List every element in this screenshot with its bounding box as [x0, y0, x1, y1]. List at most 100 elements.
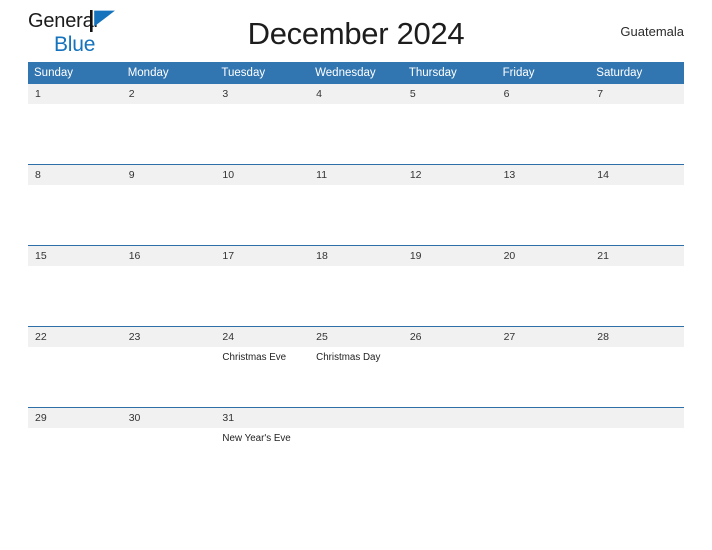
day-cell[interactable]	[403, 428, 497, 488]
day-number[interactable]: 22	[28, 327, 122, 347]
day-number[interactable]	[590, 408, 684, 428]
day-number[interactable]: 13	[497, 165, 591, 185]
day-number[interactable]: 21	[590, 246, 684, 266]
day-cell[interactable]	[497, 185, 591, 245]
day-number[interactable]: 7	[590, 84, 684, 104]
weekday-header-tuesday: Tuesday	[221, 67, 266, 79]
day-cell[interactable]	[122, 428, 216, 488]
brand-name-line2: Blue	[54, 33, 96, 56]
country-label: Guatemala	[620, 23, 684, 39]
day-number[interactable]: 1	[28, 84, 122, 104]
day-number[interactable]: 3	[215, 84, 309, 104]
day-cell[interactable]	[215, 185, 309, 245]
day-cell[interactable]	[28, 185, 122, 245]
calendar-week-row: 29 30 31 New Year's Eve	[28, 407, 684, 488]
day-number[interactable]: 17	[215, 246, 309, 266]
weekday-header-thursday: Thursday	[408, 67, 457, 79]
weekday-header-saturday: Saturday	[596, 67, 643, 79]
day-number[interactable]: 26	[403, 327, 497, 347]
day-number[interactable]: 6	[497, 84, 591, 104]
day-cell[interactable]	[590, 185, 684, 245]
day-cell[interactable]	[497, 428, 591, 488]
day-cell[interactable]	[497, 266, 591, 326]
day-number[interactable]: 9	[122, 165, 216, 185]
day-cell[interactable]: Christmas Day	[309, 347, 403, 407]
day-events-band	[28, 185, 684, 245]
day-number[interactable]: 25	[309, 327, 403, 347]
day-number[interactable]: 2	[122, 84, 216, 104]
day-number[interactable]	[403, 408, 497, 428]
day-cell[interactable]	[309, 266, 403, 326]
day-number[interactable]: 28	[590, 327, 684, 347]
day-events-band: New Year's Eve	[28, 428, 684, 488]
day-number[interactable]: 18	[309, 246, 403, 266]
brand-name-line1: General	[28, 10, 124, 33]
day-cell[interactable]	[122, 266, 216, 326]
weekday-header-row: Sunday Monday Tuesday Wednesday Thursday Frid…	[28, 62, 684, 84]
day-cell[interactable]	[590, 347, 684, 407]
weekday-header-wednesday: Wednesday	[315, 67, 376, 79]
day-cell[interactable]	[590, 266, 684, 326]
page-header: General Blue December 2024 Guatemala	[0, 0, 712, 62]
day-cell[interactable]	[309, 428, 403, 488]
day-number[interactable]: 12	[403, 165, 497, 185]
day-events-band	[28, 104, 684, 164]
day-number[interactable]: 14	[590, 165, 684, 185]
day-number[interactable]: 27	[497, 327, 591, 347]
day-number[interactable]: 4	[309, 84, 403, 104]
day-cell[interactable]	[122, 185, 216, 245]
day-cell[interactable]	[497, 104, 591, 164]
day-number[interactable]: 8	[28, 165, 122, 185]
weekday-header-monday: Monday	[127, 67, 169, 79]
day-number[interactable]	[497, 408, 591, 428]
brand-word-general: General	[28, 10, 98, 32]
day-number[interactable]: 11	[309, 165, 403, 185]
day-cell[interactable]	[403, 104, 497, 164]
day-cell[interactable]	[403, 266, 497, 326]
brand-logo[interactable]: General Blue	[28, 7, 124, 55]
day-number-band: 1234567	[28, 84, 684, 104]
day-number[interactable]: 19	[403, 246, 497, 266]
calendar-weeks: 1 2 3 4 5 6 7 8 9 10 11 12 13 14 15 16 17 18 19 20 21 22 23 24 2…	[28, 84, 684, 488]
day-number-band: 15 16 17 18 19 20 21	[28, 246, 684, 266]
day-number[interactable]: 24	[215, 327, 309, 347]
weekday-header-sunday: Sunday	[34, 67, 74, 79]
day-cell[interactable]	[122, 347, 216, 407]
day-cell[interactable]	[403, 185, 497, 245]
day-cell[interactable]	[309, 185, 403, 245]
calendar-week-row: 8 9 10 11 12 13 14	[28, 164, 684, 245]
day-number[interactable]: 16	[122, 246, 216, 266]
holiday-event-label: Christmas Eve	[222, 352, 287, 363]
day-cell[interactable]	[122, 104, 216, 164]
day-events-band	[28, 266, 684, 326]
day-cell[interactable]	[215, 266, 309, 326]
day-number[interactable]: 29	[28, 408, 122, 428]
day-cell[interactable]	[309, 104, 403, 164]
day-cell[interactable]	[403, 347, 497, 407]
calendar-grid: Sunday Monday Tuesday Wednesday Thursday Frid…	[28, 62, 684, 488]
calendar-week-row: 15 16 17 18 19 20 21	[28, 245, 684, 326]
day-cell[interactable]	[590, 104, 684, 164]
day-cell[interactable]	[28, 266, 122, 326]
day-number[interactable]	[309, 408, 403, 428]
day-number[interactable]: 5	[403, 84, 497, 104]
day-cell[interactable]	[28, 428, 122, 488]
day-cell[interactable]	[215, 104, 309, 164]
flag-icon	[90, 10, 116, 32]
day-cell[interactable]	[28, 104, 122, 164]
day-number-band: 29 30 31	[28, 408, 684, 428]
day-number[interactable]: 10	[215, 165, 309, 185]
day-number[interactable]: 23	[122, 327, 216, 347]
day-cell[interactable]	[28, 347, 122, 407]
day-cell[interactable]: Christmas Eve	[215, 347, 309, 407]
day-number[interactable]: 20	[497, 246, 591, 266]
day-number-band: 22 23 24 25 26 27 28	[28, 327, 684, 347]
day-number[interactable]: 31	[215, 408, 309, 428]
weekday-header-friday: Friday	[502, 67, 535, 79]
day-number[interactable]: 15	[28, 246, 122, 266]
day-cell[interactable]	[590, 428, 684, 488]
holiday-event-label: New Year's Eve	[222, 433, 291, 444]
day-cell[interactable]: New Year's Eve	[215, 428, 309, 488]
day-cell[interactable]	[497, 347, 591, 407]
day-number[interactable]: 30	[122, 408, 216, 428]
